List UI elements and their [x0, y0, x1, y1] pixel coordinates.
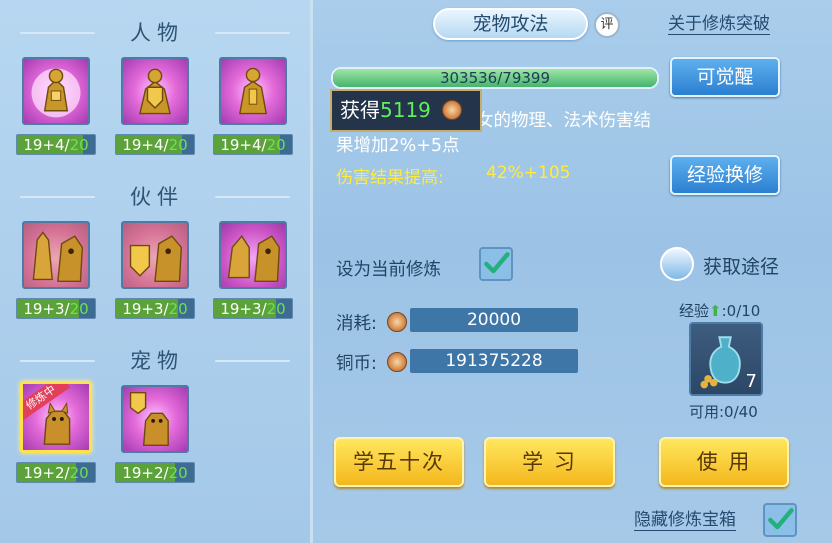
boost-value: 42%+105	[486, 163, 571, 183]
level-bar: 19+3/20	[115, 298, 195, 319]
up-arrow-icon: ⬆	[709, 302, 722, 320]
slot-partner-magic[interactable]	[219, 221, 287, 289]
rate-icon[interactable]: 评	[594, 12, 620, 38]
checkmark-icon	[484, 252, 510, 274]
set-current-label: 设为当前修炼	[336, 260, 441, 280]
tab-pet-attack[interactable]: 宠物攻法	[433, 8, 588, 40]
learn-fifty-button[interactable]: 学五十次	[334, 437, 464, 487]
set-current-checkbox[interactable]	[479, 247, 513, 281]
shield-statue-icon	[139, 68, 171, 115]
hide-treasure-checkbox[interactable]	[763, 503, 797, 537]
panel-divider	[310, 0, 313, 543]
level-bar: 19+4/20	[16, 134, 96, 155]
slot-pet-attack[interactable]: 修炼中	[20, 381, 92, 453]
level-bar: 19+2/20	[115, 462, 195, 483]
level-bar: 19+3/20	[213, 298, 293, 319]
coin-icon	[387, 352, 407, 372]
level-bar: 19+4/20	[115, 134, 195, 155]
book-icon[interactable]	[660, 247, 694, 281]
ornament-line	[20, 360, 95, 362]
ornament-line	[215, 196, 290, 198]
shield-beast-icon	[123, 223, 187, 287]
sword-beast-icon	[24, 223, 88, 287]
learn-button[interactable]: 学 习	[484, 437, 615, 487]
level-bar: 19+3/20	[16, 298, 96, 319]
item-count: 7	[745, 371, 757, 392]
gain-tooltip: 获得5119	[330, 89, 482, 132]
slot-partner-attack[interactable]	[22, 221, 90, 289]
ornament-line	[20, 32, 95, 34]
item-usable: 可用:0/40	[689, 403, 758, 421]
coin-icon	[442, 100, 462, 120]
copper-label: 铜币:	[336, 354, 377, 374]
claw-beast-icon	[227, 234, 281, 283]
section-title-partner: 伙伴	[130, 185, 184, 209]
ornament-line	[215, 32, 290, 34]
acquire-link[interactable]: 获取途径	[703, 252, 779, 279]
copper-value: 191375228	[410, 349, 578, 373]
ornament-line	[215, 360, 290, 362]
slot-partner-defense[interactable]	[121, 221, 189, 289]
use-button[interactable]: 使 用	[659, 437, 789, 487]
warrior-statue-icon	[238, 67, 268, 115]
armor-statue-icon	[31, 68, 81, 118]
slot-character-defense[interactable]	[121, 57, 189, 125]
section-title-pet: 宠物	[130, 349, 184, 373]
checkmark-icon	[768, 508, 794, 530]
cost-label: 消耗:	[336, 314, 377, 334]
slot-character-magic[interactable]	[219, 57, 287, 125]
item-exp: 经验⬆:0/10	[679, 302, 761, 320]
breakthrough-link[interactable]: 关于修炼突破	[668, 14, 770, 35]
slot-character-attack[interactable]	[22, 57, 90, 125]
treasure-item-slot[interactable]: 7	[689, 322, 763, 396]
awaken-button[interactable]: 可觉醒	[670, 57, 780, 97]
ornament-line	[20, 196, 95, 198]
level-bar: 19+2/20	[16, 462, 96, 483]
slot-pet-defense[interactable]	[121, 385, 189, 453]
hide-treasure-label: 隐藏修炼宝箱	[634, 510, 736, 531]
level-bar: 19+4/20	[213, 134, 293, 155]
boost-label: 伤害结果提高:	[336, 168, 444, 188]
exp-progress-bar: 303536/79399	[331, 67, 659, 89]
exp-exchange-button[interactable]: 经验换修	[670, 155, 780, 195]
shield-cat-icon	[129, 391, 169, 447]
section-title-character: 人物	[130, 21, 184, 45]
coin-icon	[387, 312, 407, 332]
cost-value: 20000	[410, 308, 578, 332]
